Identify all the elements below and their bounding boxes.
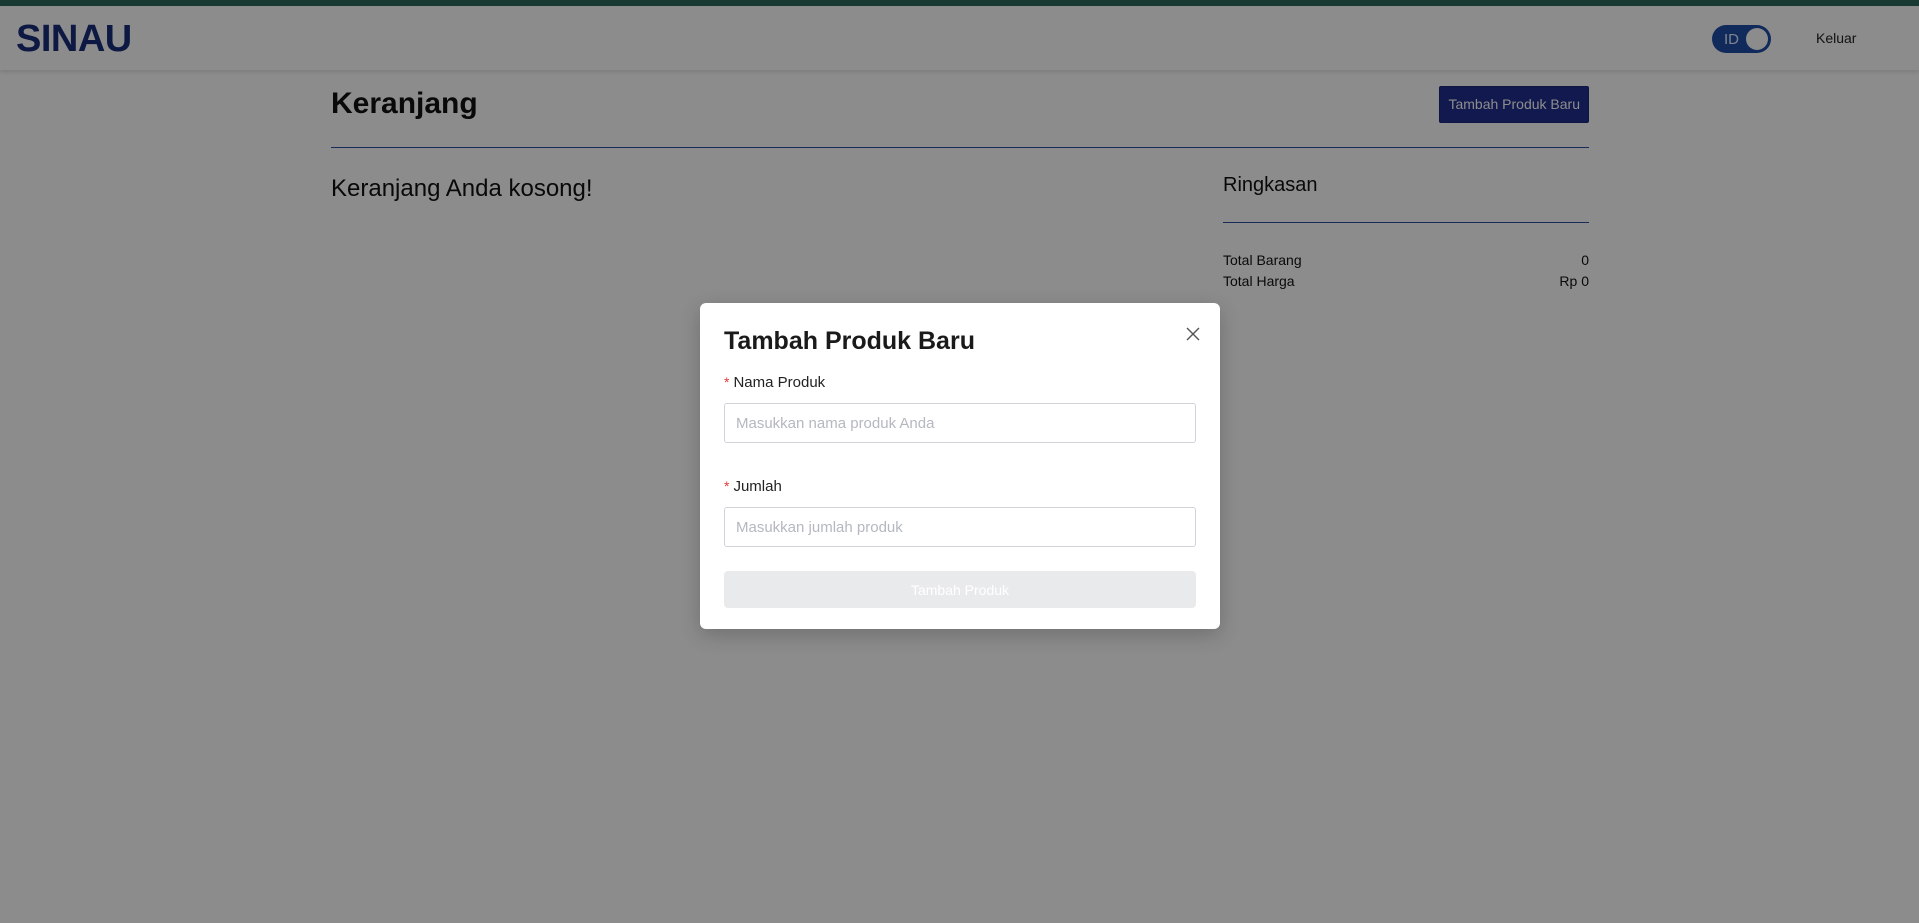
product-name-label: * Nama Produk [724, 374, 825, 391]
close-icon[interactable] [1182, 323, 1204, 345]
page: SINAU ID Keluar Keranjang Tambah Produk … [0, 0, 1919, 923]
required-marker: * [724, 374, 730, 390]
add-product-submit-button[interactable]: Tambah Produk [724, 571, 1196, 608]
quantity-label: * Jumlah [724, 478, 782, 495]
quantity-input[interactable] [724, 507, 1196, 547]
add-product-modal: Tambah Produk Baru *Nama Produk *Jumlah … [700, 303, 1220, 629]
required-marker: * [724, 478, 730, 494]
product-name-input[interactable] [724, 403, 1196, 443]
quantity-label-text: Jumlah [733, 478, 782, 495]
modal-title: Tambah Produk Baru [724, 327, 975, 355]
product-name-label-text: Nama Produk [733, 374, 826, 391]
